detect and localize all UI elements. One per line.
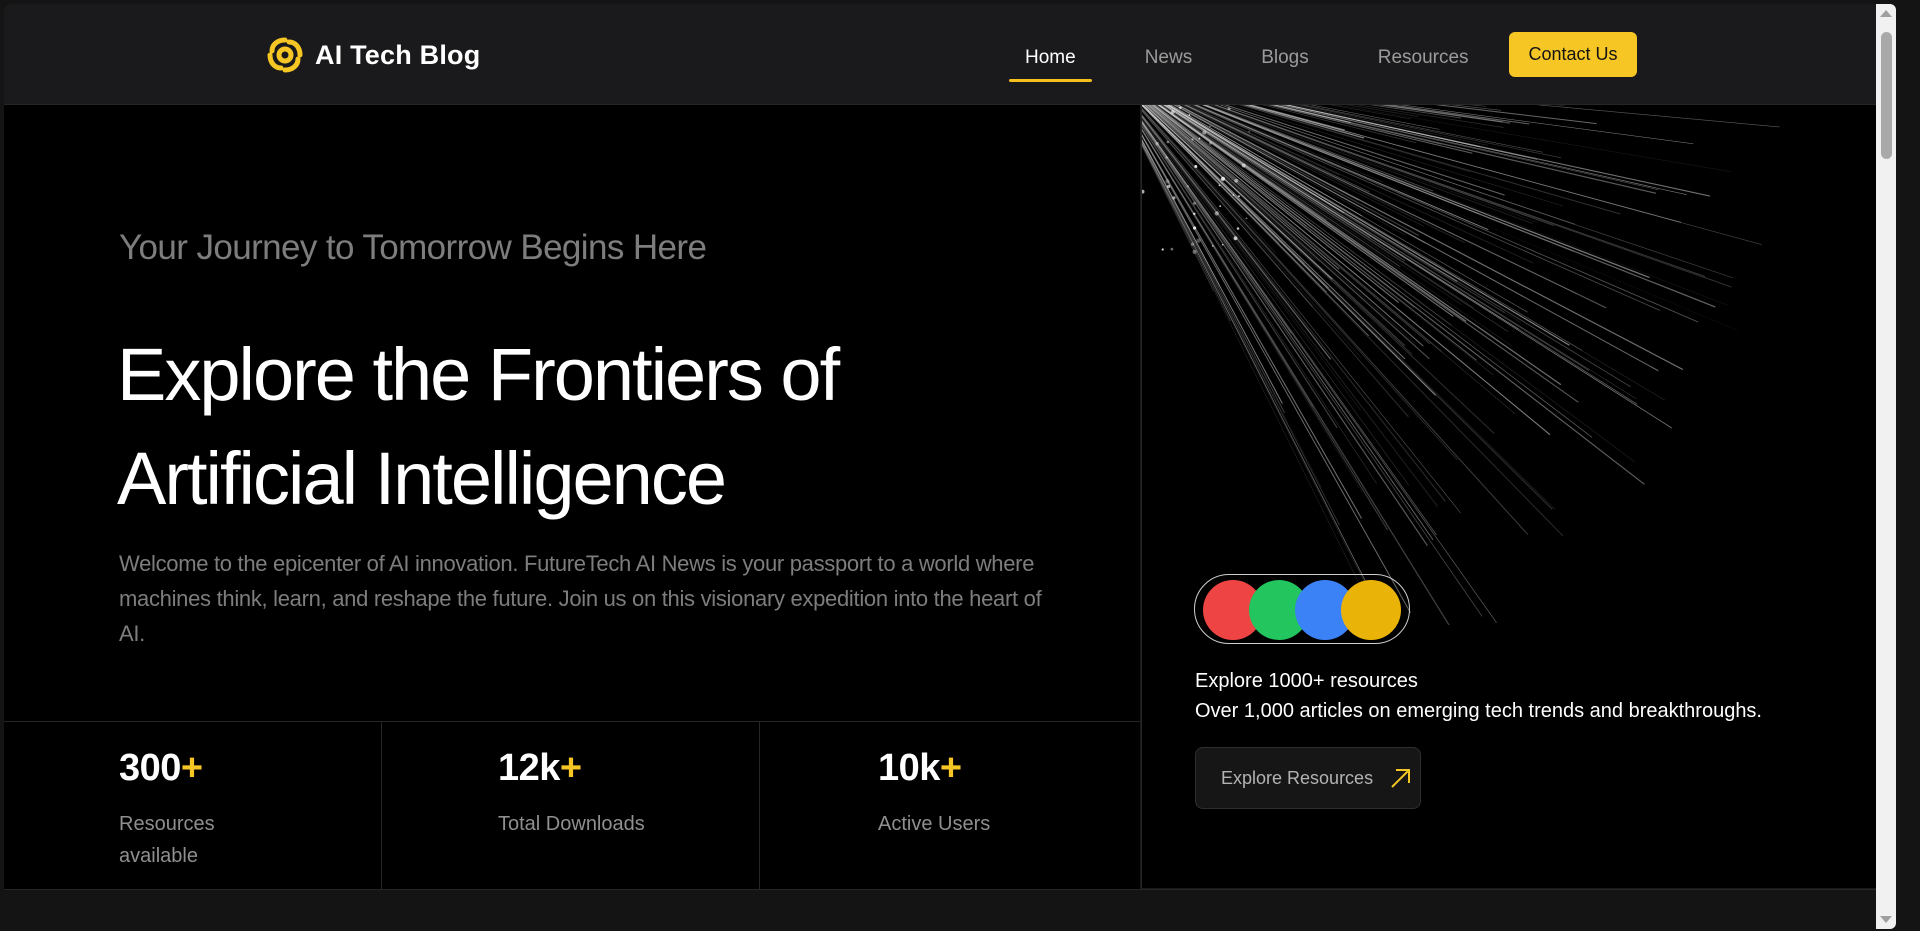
stat-value: 300+ [119, 747, 203, 789]
light-speck [1221, 244, 1224, 246]
light-speck [1196, 238, 1201, 243]
light-speck [1190, 242, 1195, 246]
light-speck [1194, 165, 1198, 168]
light-ray [1142, 114, 1446, 502]
hero-section: Your Journey to Tomorrow Begins Here Exp… [4, 105, 1140, 721]
resources-panel: Explore 1000+ resources Over 1,000 artic… [1141, 105, 1896, 888]
hero-tagline: Your Journey to Tomorrow Begins Here [119, 228, 707, 267]
light-speck [1218, 184, 1221, 187]
nav-item-news[interactable]: News [1129, 36, 1209, 80]
light-speck [1188, 114, 1191, 116]
light-speck [1186, 185, 1189, 188]
light-speck [1170, 247, 1174, 251]
light-speck [1165, 179, 1170, 184]
hero-headline-line1: Explore the Frontiers of [117, 333, 840, 416]
stat-label: Active Users [878, 813, 991, 835]
avatar [1341, 580, 1401, 640]
hero-headline-line2: Artificial Intelligence [117, 437, 727, 520]
light-ray [1142, 108, 1529, 535]
light-speck [1220, 176, 1226, 181]
arrow-up-right-icon [1391, 769, 1411, 788]
scroll-up-arrow-icon[interactable] [1880, 10, 1892, 17]
light-speck [1209, 141, 1212, 145]
light-speck [1245, 217, 1248, 220]
light-speck [1236, 227, 1240, 230]
light-rays-decoration [1142, 105, 1780, 625]
light-speck [1219, 205, 1222, 207]
brand[interactable]: AI Tech Blog [264, 34, 480, 76]
explore-resources-button[interactable]: Explore Resources [1195, 747, 1421, 809]
light-speck [1191, 138, 1194, 141]
light-speck [1155, 141, 1159, 146]
brand-name: AI Tech Blog [315, 39, 481, 70]
light-ray [1142, 120, 1437, 536]
stat-active-users: 10k+ Active Users [760, 722, 1140, 889]
main-nav: Home News Blogs Resources [1009, 36, 1522, 82]
hero-headline: Explore the Frontiers of Artificial Inte… [117, 323, 1017, 531]
browser-viewport: AI Tech Blog Home News Blogs Resources C… [4, 4, 1896, 929]
light-speck [1166, 140, 1170, 144]
stat-label: Resources available [119, 813, 215, 867]
light-speck [1165, 156, 1168, 159]
stat-label: Total Downloads [498, 813, 645, 835]
light-speck [1241, 163, 1246, 168]
top-navigation-bar: AI Tech Blog Home News Blogs Resources C… [4, 4, 1896, 105]
light-speck [1237, 195, 1240, 198]
light-speck [1179, 106, 1182, 109]
light-speck [1214, 211, 1219, 216]
light-speck [1209, 125, 1211, 128]
light-speck [1142, 189, 1145, 194]
light-speck [1198, 137, 1201, 140]
nav-item-home[interactable]: Home [1009, 36, 1092, 82]
light-speck [1192, 201, 1196, 205]
light-speck [1234, 178, 1239, 183]
light-speck [1248, 130, 1251, 133]
vertical-scrollbar[interactable] [1876, 4, 1896, 929]
nav-item-blogs[interactable]: Blogs [1245, 36, 1325, 80]
light-speck [1233, 236, 1238, 241]
stat-downloads: 12k+ Total Downloads [382, 722, 760, 889]
scrollbar-thumb[interactable] [1881, 32, 1892, 159]
light-speck [1161, 248, 1164, 251]
stat-value: 10k+ [878, 747, 962, 789]
avatar-group [1194, 574, 1410, 644]
light-speck [1170, 110, 1175, 114]
light-speck [1193, 226, 1197, 230]
stat-resources: 300+ Resources available [4, 722, 382, 889]
light-speck [1193, 212, 1196, 215]
light-speck [1232, 194, 1235, 196]
light-speck [1192, 249, 1197, 254]
explore-resources-label: Explore Resources [1221, 767, 1374, 788]
light-speck [1211, 245, 1214, 247]
stats-row: 300+ Resources available 12k+ Total Down… [4, 721, 1140, 889]
light-speck [1227, 107, 1231, 111]
resources-title: Explore 1000+ resources [1195, 670, 1418, 692]
yellow-swirl-logo-icon [267, 37, 303, 73]
resources-subtitle: Over 1,000 articles on emerging tech tre… [1195, 700, 1762, 722]
contact-us-button[interactable]: Contact Us [1509, 32, 1637, 77]
stat-value: 12k+ [498, 747, 582, 789]
scroll-down-arrow-icon[interactable] [1880, 916, 1892, 923]
light-speck [1202, 130, 1207, 135]
hero-description: Welcome to the epicenter of AI innovatio… [119, 551, 1042, 646]
next-section-edge [4, 889, 1896, 929]
light-ray [1193, 105, 1699, 323]
light-ray [1142, 119, 1409, 486]
nav-item-resources[interactable]: Resources [1362, 36, 1485, 80]
light-speck [1166, 184, 1171, 189]
light-speck [1172, 196, 1176, 200]
